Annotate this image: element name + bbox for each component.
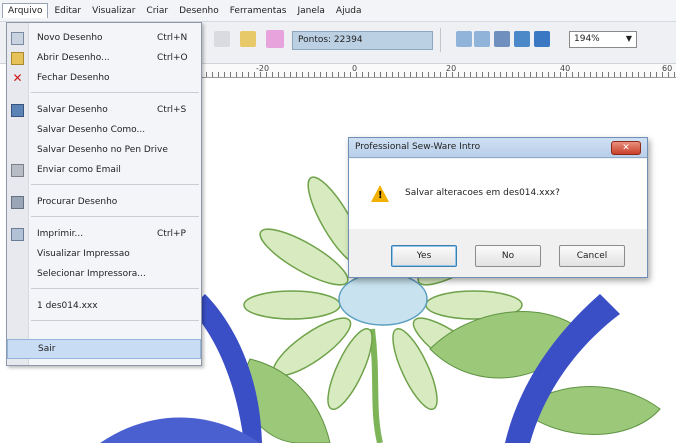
menu-item-shortcut: Ctrl+O	[157, 53, 188, 63]
menu-item-select-printer[interactable]: Selecionar Impressora...	[7, 264, 201, 284]
menu-item-shortcut: Ctrl+S	[157, 105, 187, 115]
menu-item-save-as[interactable]: Salvar Desenho Como...	[7, 120, 201, 140]
menu-item-open-design[interactable]: Abrir Desenho... Ctrl+O	[7, 48, 201, 68]
blue-stitch-leaf	[100, 417, 260, 443]
menu-ferramentas[interactable]: Ferramentas	[225, 4, 292, 18]
zoom-out-icon[interactable]	[474, 31, 490, 47]
color-palette-icon[interactable]	[240, 31, 256, 47]
save-changes-dialog: Professional Sew-Ware Intro ✕ ! Salvar a…	[348, 137, 648, 278]
menu-separator	[31, 92, 199, 93]
menu-item-label: Enviar como Email	[37, 165, 121, 175]
menu-item-label: Visualizar Impressao	[37, 249, 130, 259]
menu-separator	[31, 288, 199, 289]
menu-item-browse-design[interactable]: Procurar Desenho	[7, 192, 201, 212]
chevron-down-icon: ▼	[625, 34, 632, 43]
menu-desenho[interactable]: Desenho	[174, 4, 224, 18]
stitch-count-display: Pontos: 22394	[292, 31, 433, 50]
menu-separator	[31, 320, 199, 321]
menu-janela[interactable]: Janela	[292, 4, 329, 18]
print-icon	[11, 227, 24, 241]
menu-item-recent-file[interactable]: 1 des014.xxx	[7, 296, 201, 316]
zoom-select[interactable]: 194% ▼	[569, 31, 637, 48]
cancel-button[interactable]: Cancel	[559, 245, 625, 267]
fit-to-window-icon[interactable]	[514, 31, 530, 47]
browse-icon	[11, 195, 24, 209]
menu-item-label: Salvar Desenho Como...	[37, 125, 146, 135]
menu-visualizar[interactable]: Visualizar	[87, 4, 140, 18]
menu-arquivo[interactable]: Arquivo	[2, 3, 49, 18]
menu-separator	[31, 216, 199, 217]
grid-icon[interactable]	[494, 31, 510, 47]
menu-item-label: Salvar Desenho no Pen Drive	[37, 145, 168, 155]
needle-icon[interactable]	[214, 31, 230, 47]
menu-item-save-design[interactable]: Salvar Desenho Ctrl+S	[7, 100, 201, 120]
menu-item-label: 1 des014.xxx	[37, 301, 98, 311]
open-folder-icon	[11, 51, 24, 65]
menu-item-label: Salvar Desenho	[37, 105, 108, 115]
view-mode-icon[interactable]	[534, 31, 550, 47]
menu-item-label: Abrir Desenho...	[37, 53, 110, 63]
zoom-value: 194%	[574, 34, 600, 44]
menu-item-save-to-pen-drive[interactable]: Salvar Desenho no Pen Drive	[7, 140, 201, 160]
menu-item-label: Imprimir...	[37, 229, 84, 239]
menu-item-exit[interactable]: Sair	[7, 339, 201, 359]
new-document-icon	[11, 31, 24, 45]
menu-item-print-preview[interactable]: Visualizar Impressao	[7, 244, 201, 264]
menu-item-label: Fechar Desenho	[37, 73, 110, 83]
menu-editar[interactable]: Editar	[49, 4, 86, 18]
close-icon[interactable]: ✕	[611, 141, 641, 155]
menu-item-print[interactable]: Imprimir... Ctrl+P	[7, 224, 201, 244]
dialog-body: ! Salvar alteracoes em des014.xxx?	[349, 159, 647, 229]
email-icon	[11, 163, 24, 177]
menu-item-label: Procurar Desenho	[37, 197, 118, 207]
dialog-message: Salvar alteracoes em des014.xxx?	[405, 188, 560, 198]
menu-separator	[31, 184, 199, 185]
no-button[interactable]: No	[475, 245, 541, 267]
thread-color-swatch[interactable]	[266, 30, 284, 48]
menu-item-send-email[interactable]: Enviar como Email	[7, 160, 201, 180]
save-disk-icon	[11, 103, 24, 117]
dialog-title-bar[interactable]: Professional Sew-Ware Intro ✕	[349, 138, 647, 158]
menu-item-label: Sair	[38, 344, 56, 354]
menu-item-label: Novo Desenho	[37, 33, 103, 43]
menu-item-close-design[interactable]: ✕ Fechar Desenho	[7, 68, 201, 88]
menu-item-shortcut: Ctrl+P	[157, 229, 186, 239]
close-x-icon: ✕	[12, 70, 23, 85]
horizontal-ruler: -20 0 20 40 60	[200, 64, 676, 78]
menu-item-label: Selecionar Impressora...	[37, 269, 146, 279]
menu-item-new-design[interactable]: Novo Desenho Ctrl+N	[7, 28, 201, 48]
zoom-in-icon[interactable]	[456, 31, 472, 47]
dialog-title: Professional Sew-Ware Intro	[355, 142, 481, 152]
toolbar-separator	[440, 28, 441, 52]
flower-stem	[369, 328, 383, 443]
ruler-ticks	[200, 72, 676, 77]
menu-ajuda[interactable]: Ajuda	[331, 4, 367, 18]
flower-center	[338, 272, 428, 326]
warning-exclamation: !	[378, 190, 383, 201]
menu-criar[interactable]: Criar	[141, 4, 173, 18]
file-menu-dropdown: Novo Desenho Ctrl+N Abrir Desenho... Ctr…	[6, 22, 202, 366]
yes-button[interactable]: Yes	[391, 245, 457, 267]
menu-item-shortcut: Ctrl+N	[157, 33, 188, 43]
menu-bar: Arquivo Editar Visualizar Criar Desenho …	[0, 0, 676, 22]
